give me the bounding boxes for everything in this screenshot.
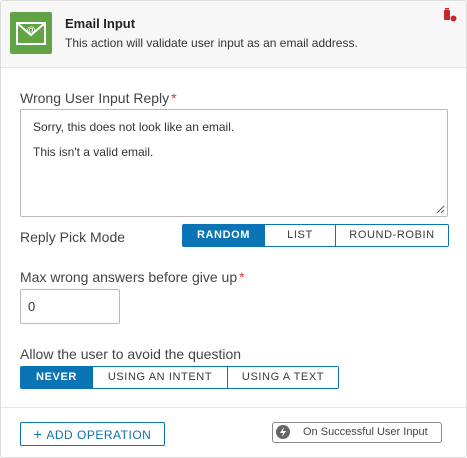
avoid-question-label: Allow the user to avoid the question	[20, 346, 242, 362]
max-wrong-label-text: Max wrong answers before give up	[20, 269, 238, 285]
wrong-reply-label-text: Wrong User Input Reply	[20, 90, 170, 106]
avoid-never-button[interactable]: NEVER	[21, 367, 92, 388]
add-operation-button[interactable]: + ADD OPERATION	[20, 422, 165, 446]
lightning-icon	[276, 425, 290, 439]
pick-mode-list-button[interactable]: LIST	[264, 225, 335, 246]
delete-icon[interactable]	[442, 6, 458, 24]
required-marker: *	[239, 269, 245, 285]
avoid-using-intent-button[interactable]: USING AN INTENT	[92, 367, 227, 388]
reply-line: Sorry, this does not look like an email.	[33, 120, 235, 134]
avoid-using-text-button[interactable]: USING A TEXT	[227, 367, 338, 388]
wrong-reply-label: Wrong User Input Reply *	[20, 90, 177, 106]
pick-mode-random-button[interactable]: RANDOM	[183, 225, 264, 246]
add-operation-label: ADD OPERATION	[46, 428, 152, 442]
pick-mode-toggle: RANDOM LIST ROUND-ROBIN	[182, 224, 449, 247]
email-input-card: @ Email Input This action will validate …	[0, 0, 467, 458]
on-success-label: On Successful User Input	[303, 426, 428, 438]
reply-line: This isn't a valid email.	[33, 145, 154, 159]
action-description: This action will validate user input as …	[65, 36, 358, 50]
resize-grip-icon[interactable]	[436, 205, 445, 214]
on-success-button[interactable]: On Successful User Input	[272, 422, 442, 443]
action-title: Email Input	[65, 16, 136, 31]
pick-mode-round-robin-button[interactable]: ROUND-ROBIN	[335, 225, 448, 246]
wrong-reply-textarea[interactable]: Sorry, this does not look like an email.…	[20, 109, 448, 217]
email-envelope-icon: @	[10, 12, 52, 54]
card-header: @ Email Input This action will validate …	[1, 1, 466, 68]
required-marker: *	[171, 90, 177, 106]
max-wrong-input[interactable]: 0	[20, 289, 120, 324]
plus-icon: +	[33, 426, 43, 442]
card-footer: + ADD OPERATION On Successful User Input	[1, 407, 466, 457]
pick-mode-label: Reply Pick Mode	[20, 229, 126, 245]
avoid-question-toggle: NEVER USING AN INTENT USING A TEXT	[20, 366, 339, 389]
svg-text:@: @	[26, 25, 35, 35]
max-wrong-label: Max wrong answers before give up *	[20, 269, 245, 285]
